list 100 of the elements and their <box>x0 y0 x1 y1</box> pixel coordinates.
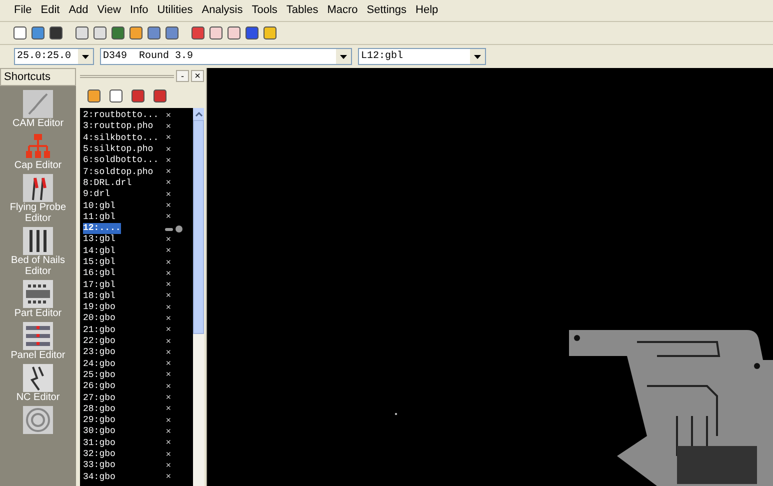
shortcut-label[interactable]: Cap Editor <box>2 160 74 171</box>
menu-item[interactable]: Utilities <box>157 2 193 19</box>
layer-name[interactable]: 3:routtop.pho <box>83 121 154 132</box>
shortcut-label[interactable]: Panel Editor <box>2 350 74 361</box>
remove-mark[interactable]: × <box>166 336 172 347</box>
remove-mark[interactable]: × <box>166 393 172 404</box>
remove-mark[interactable]: × <box>166 370 172 380</box>
layer-name[interactable]: 31:gbo <box>83 438 116 449</box>
remove-mark[interactable]: × <box>166 460 172 471</box>
target-icon <box>23 406 53 434</box>
close-button[interactable]: × <box>191 70 204 82</box>
scrollbar[interactable] <box>193 108 204 486</box>
menu-item[interactable]: Info <box>130 2 148 19</box>
dropdown[interactable]: L12:gbl <box>358 48 486 65</box>
remove-mark[interactable]: × <box>166 314 172 324</box>
remove-mark[interactable]: × <box>166 246 172 256</box>
layer-name[interactable]: 12:.... <box>83 223 121 234</box>
layer-name[interactable]: 2:routbotto... <box>83 110 159 122</box>
menu-item[interactable]: Analysis <box>202 2 243 19</box>
menu-item[interactable]: Settings <box>366 2 407 19</box>
layer-name[interactable]: 7:soldtop.pho <box>83 166 154 178</box>
panel-title: Shortcuts <box>0 68 76 86</box>
layer-name[interactable]: 6:soldbotto... <box>83 155 159 166</box>
remove-mark[interactable]: × <box>166 325 172 336</box>
layer-name[interactable]: 10:gbl <box>83 200 116 212</box>
layer-name[interactable]: 17:gbl <box>83 280 116 291</box>
remove-mark[interactable]: × <box>166 110 172 121</box>
shortcut-label[interactable]: NC Editor <box>2 392 74 403</box>
layer-name[interactable]: 28:gbo <box>83 404 116 415</box>
dropdown[interactable]: 25.0:25.0 <box>14 48 94 65</box>
remove-mark[interactable]: × <box>166 268 172 279</box>
menu-item[interactable]: Macro <box>327 2 358 19</box>
layer-name[interactable]: 29:gbo <box>83 415 116 426</box>
dropdown[interactable]: D349 Round 3.9 <box>100 48 352 65</box>
remove-mark[interactable]: × <box>166 291 172 302</box>
layer-name[interactable]: 25:gbo <box>83 370 116 381</box>
menu-item[interactable]: View <box>97 2 121 19</box>
remove-mark[interactable]: × <box>166 382 172 392</box>
layer-name[interactable]: 21:gbo <box>83 324 116 336</box>
remove-mark[interactable]: × <box>166 280 172 290</box>
remove-mark[interactable]: × <box>166 258 172 268</box>
layer-name[interactable]: 32:gbo <box>83 449 116 460</box>
menu-item[interactable]: Help <box>416 2 438 19</box>
remove-mark[interactable]: × <box>166 167 172 178</box>
shortcut-label[interactable]: CAM Editor <box>2 118 74 129</box>
minimize-button[interactable]: - <box>176 70 189 82</box>
remove-mark[interactable]: × <box>166 438 172 448</box>
shortcut-label[interactable]: Part Editor <box>2 308 74 319</box>
scroll-up-icon[interactable] <box>194 112 203 116</box>
shortcut-label[interactable]: Flying Probe Editor <box>2 202 74 224</box>
layer-name[interactable]: 20:gbo <box>83 313 116 324</box>
remove-mark[interactable]: × <box>166 359 172 370</box>
layer-name[interactable]: 23:gbo <box>83 347 116 358</box>
layer-name[interactable]: 5:silktop.pho <box>83 144 154 156</box>
remove-mark[interactable]: × <box>166 178 172 188</box>
remove-mark[interactable]: × <box>166 201 172 212</box>
layer-name[interactable]: 18:gbl <box>83 290 116 302</box>
menu-item[interactable]: Edit <box>40 2 60 19</box>
panel-grid-icon <box>23 322 53 350</box>
remove-mark[interactable]: × <box>166 472 172 482</box>
menu-item[interactable]: Tables <box>286 2 318 19</box>
layer-name[interactable]: 15:gbl <box>83 257 116 268</box>
layer-name[interactable]: 11:gbl <box>83 212 116 223</box>
remove-mark[interactable]: × <box>166 133 172 144</box>
layer-name[interactable]: 27:gbo <box>83 392 116 404</box>
layer-name[interactable]: 24:gbo <box>83 358 116 370</box>
remove-mark[interactable]: × <box>166 302 172 313</box>
menu-item[interactable]: Tools <box>252 2 278 19</box>
layer-name[interactable]: 33:gbo <box>83 460 116 472</box>
layer-name[interactable]: 13:gbl <box>83 234 116 246</box>
layer-name[interactable]: 19:gbo <box>83 302 116 314</box>
layer-name[interactable]: 34:gbo <box>83 472 116 483</box>
probe-pins-icon <box>23 132 53 160</box>
menu-item[interactable]: File <box>14 2 32 19</box>
drill-bit-icon <box>23 364 53 392</box>
remove-mark[interactable]: × <box>166 156 172 166</box>
layer-name[interactable]: 30:gbo <box>83 426 116 438</box>
shortcut-label[interactable]: Bed of Nails Editor <box>2 255 74 277</box>
layer-name[interactable]: 4:silkbotto... <box>83 132 159 144</box>
remove-mark[interactable]: × <box>166 348 172 358</box>
layer-name[interactable]: 14:gbl <box>83 246 116 257</box>
pins-icon <box>23 227 53 255</box>
remove-mark[interactable]: × <box>166 212 172 222</box>
remove-mark[interactable]: × <box>166 426 172 437</box>
remove-mark[interactable]: × <box>166 404 172 414</box>
slider-icon[interactable] <box>165 224 184 233</box>
test-probes-icon <box>23 174 53 202</box>
layer-name[interactable]: 16:gbl <box>83 268 116 280</box>
remove-mark[interactable]: × <box>166 190 172 200</box>
remove-mark[interactable]: × <box>166 144 172 155</box>
remove-mark[interactable]: × <box>166 234 172 245</box>
layer-name[interactable]: 22:gbo <box>83 336 116 348</box>
layer-name[interactable]: 26:gbo <box>83 381 116 392</box>
remove-mark[interactable]: × <box>166 122 172 132</box>
layer-name[interactable]: 8:DRL.drl <box>83 178 132 189</box>
remove-mark[interactable]: × <box>166 450 172 460</box>
chip-icon <box>23 280 53 308</box>
layer-name[interactable]: 9:drl <box>83 189 110 200</box>
menu-item[interactable]: Add <box>68 2 88 19</box>
remove-mark[interactable]: × <box>166 416 172 426</box>
